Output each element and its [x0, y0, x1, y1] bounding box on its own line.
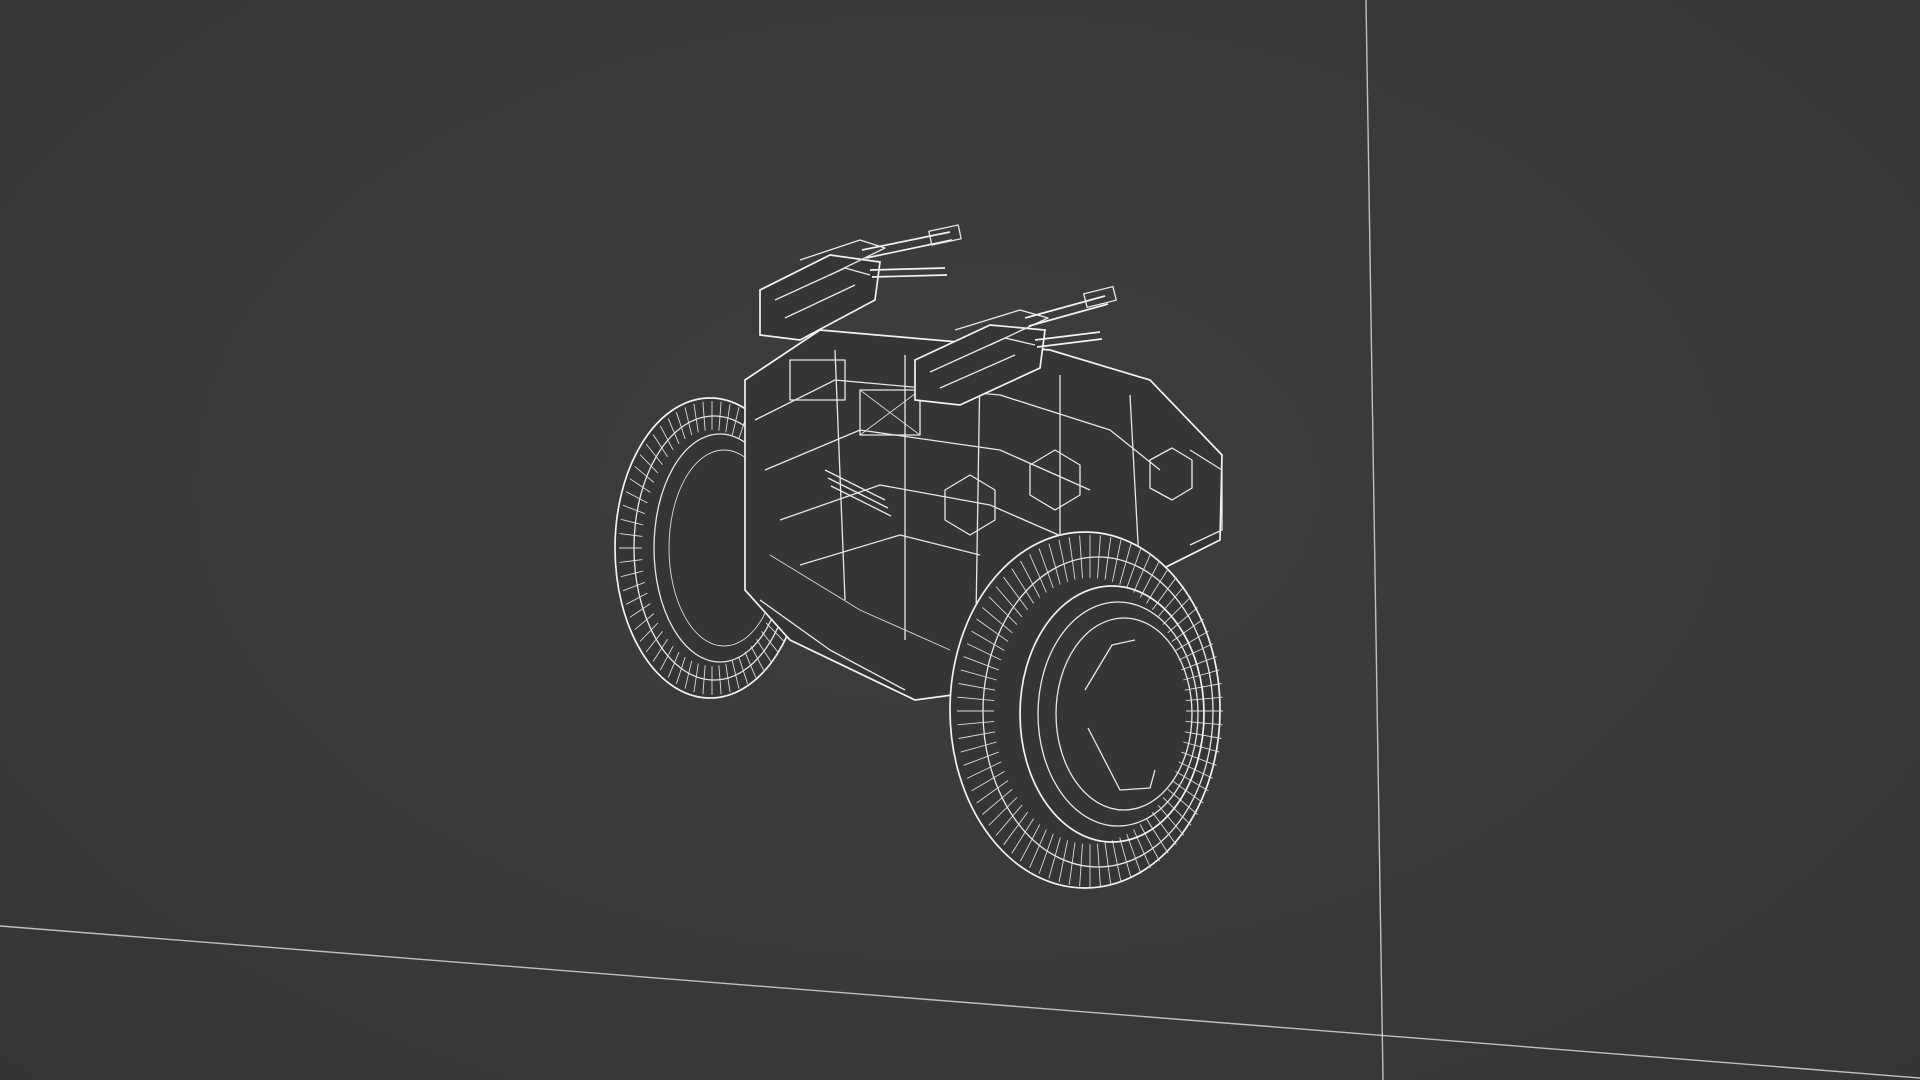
- 3d-viewport[interactable]: [0, 0, 1920, 1080]
- horizontal-guide-line: [0, 925, 1920, 1079]
- vertical-guide-line: [1365, 0, 1384, 1080]
- right-wheel-icon: [949, 531, 1223, 889]
- viewport-canvas[interactable]: [0, 0, 1920, 1080]
- rover-wireframe-model[interactable]: [614, 224, 1223, 889]
- turret-left: [759, 224, 962, 341]
